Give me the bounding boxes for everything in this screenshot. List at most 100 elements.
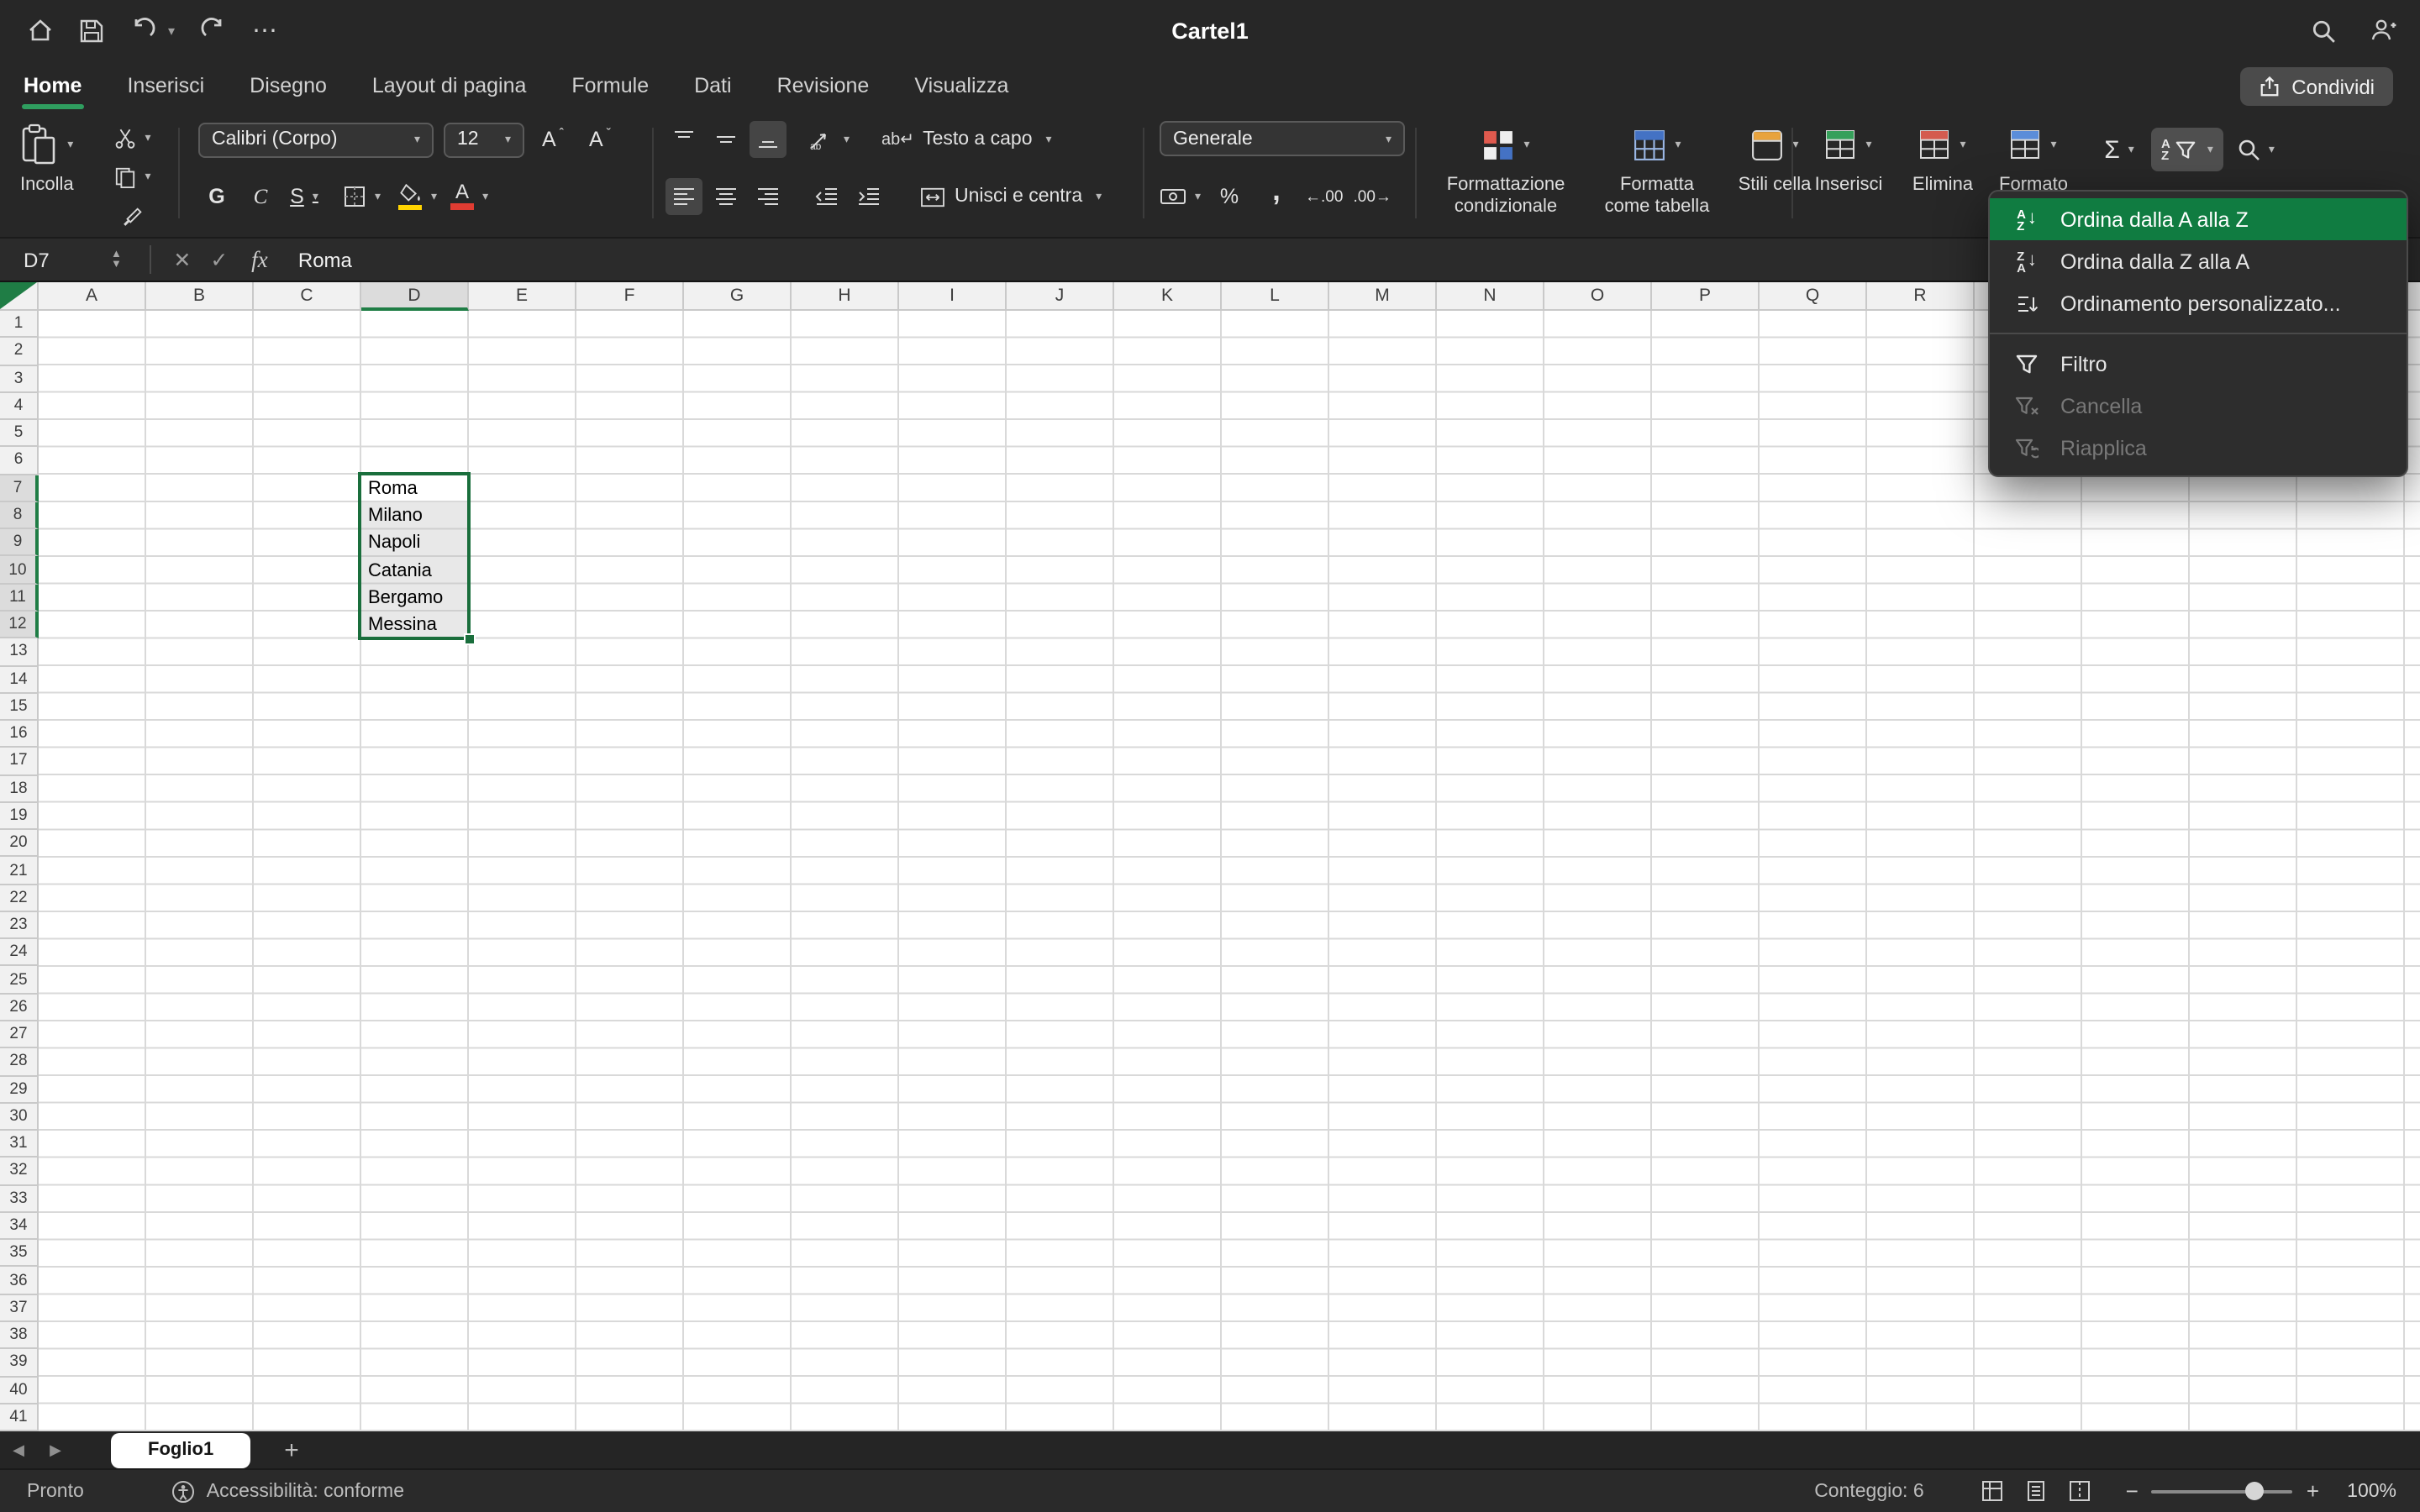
cell-area[interactable]: RomaMilanoNapoliCataniaBergamoMessina: [39, 311, 2420, 1431]
page-break-view-icon[interactable]: [2069, 1480, 2091, 1502]
row-header-24[interactable]: 24: [0, 939, 39, 967]
row-header-2[interactable]: 2: [0, 339, 39, 366]
redo-icon[interactable]: [200, 17, 227, 44]
insert-cells-button[interactable]: ▾ Inserisci: [1805, 119, 1892, 196]
column-header-M[interactable]: M: [1329, 282, 1437, 311]
increase-decimal-button[interactable]: ←.00: [1305, 178, 1343, 215]
name-box-stepper[interactable]: ▲▼: [111, 250, 122, 269]
column-header-Q[interactable]: Q: [1760, 282, 1867, 311]
tab-revisione[interactable]: Revisione: [777, 60, 870, 111]
name-box[interactable]: D7: [24, 248, 111, 271]
row-header-5[interactable]: 5: [0, 420, 39, 448]
align-right-icon[interactable]: [750, 178, 786, 215]
row-header-7[interactable]: 7: [0, 475, 39, 502]
undo-chevron-icon[interactable]: ▾: [168, 23, 175, 38]
sheet-nav-prev-icon[interactable]: ◀: [0, 1441, 37, 1459]
sort-filter-button[interactable]: AZ ▾: [2151, 128, 2223, 171]
decrease-indent-icon[interactable]: [808, 178, 845, 215]
merge-center-button[interactable]: Unisci e centra ▾: [919, 178, 1102, 215]
sheet-tab-foglio1[interactable]: Foglio1: [111, 1432, 250, 1467]
row-header-30[interactable]: 30: [0, 1104, 39, 1131]
search-icon[interactable]: [2311, 18, 2336, 43]
tab-visualizza[interactable]: Visualizza: [914, 60, 1008, 111]
row-header-14[interactable]: 14: [0, 666, 39, 694]
row-header-35[interactable]: 35: [0, 1240, 39, 1268]
row-header-12[interactable]: 12: [0, 612, 39, 639]
home-icon[interactable]: [27, 17, 54, 44]
percent-style-button[interactable]: %: [1211, 178, 1248, 215]
row-header-25[interactable]: 25: [0, 967, 39, 995]
align-center-icon[interactable]: [708, 178, 744, 215]
row-header-39[interactable]: 39: [0, 1350, 39, 1378]
column-header-P[interactable]: P: [1652, 282, 1760, 311]
font-size-select[interactable]: 12▾: [444, 122, 524, 157]
number-format-select[interactable]: Generale▾: [1160, 121, 1405, 156]
row-header-8[interactable]: 8: [0, 502, 39, 530]
row-header-28[interactable]: 28: [0, 1049, 39, 1077]
row-header-41[interactable]: 41: [0, 1404, 39, 1431]
row-header-31[interactable]: 31: [0, 1131, 39, 1158]
underline-button[interactable]: S▾: [286, 178, 323, 215]
row-header-27[interactable]: 27: [0, 1021, 39, 1049]
copy-button[interactable]: ▾: [114, 158, 151, 195]
row-header-4[interactable]: 4: [0, 393, 39, 421]
share-user-icon[interactable]: [2370, 17, 2396, 44]
row-header-22[interactable]: 22: [0, 885, 39, 912]
row-header-13[interactable]: 13: [0, 638, 39, 666]
format-as-table-button[interactable]: ▾ Formatta come tabella: [1593, 119, 1721, 217]
fill-handle[interactable]: [464, 633, 476, 645]
row-header-33[interactable]: 33: [0, 1185, 39, 1213]
increase-indent-icon[interactable]: [850, 178, 887, 215]
row-header-6[interactable]: 6: [0, 448, 39, 475]
menu-item-ordinamento-personalizzato[interactable]: Ordinamento personalizzato...: [1990, 282, 2407, 324]
row-header-36[interactable]: 36: [0, 1268, 39, 1295]
row-header-37[interactable]: 37: [0, 1294, 39, 1322]
column-header-H[interactable]: H: [792, 282, 899, 311]
column-header-E[interactable]: E: [469, 282, 576, 311]
column-header-J[interactable]: J: [1007, 282, 1114, 311]
font-color-button[interactable]: A ▾: [450, 178, 488, 215]
column-header-F[interactable]: F: [576, 282, 684, 311]
zoom-level[interactable]: 100%: [2333, 1481, 2396, 1501]
accessibility-status[interactable]: Accessibilità: conforme: [171, 1479, 404, 1503]
column-header-O[interactable]: O: [1544, 282, 1652, 311]
zoom-out-button[interactable]: −: [2126, 1478, 2139, 1504]
row-header-9[interactable]: 9: [0, 529, 39, 557]
borders-button[interactable]: ▾: [343, 178, 381, 215]
row-header-26[interactable]: 26: [0, 995, 39, 1022]
save-icon[interactable]: [79, 18, 104, 43]
autosum-button[interactable]: Σ ▾: [2101, 131, 2138, 168]
share-button[interactable]: Condividi: [2239, 67, 2393, 106]
row-header-10[interactable]: 10: [0, 557, 39, 585]
row-header-11[interactable]: 11: [0, 584, 39, 612]
accounting-format-button[interactable]: ▾: [1160, 178, 1201, 215]
text-orientation-button[interactable]: ab ▾: [808, 121, 850, 158]
row-header-15[interactable]: 15: [0, 694, 39, 722]
format-cells-button[interactable]: ▾ Formato: [1993, 119, 2074, 196]
bold-button[interactable]: G: [198, 178, 235, 215]
row-header-23[interactable]: 23: [0, 912, 39, 940]
tab-disegno[interactable]: Disegno: [250, 60, 327, 111]
conditional-formatting-button[interactable]: ▾ Formattazione condizionale: [1425, 119, 1586, 217]
column-header-A[interactable]: A: [39, 282, 146, 311]
row-header-34[interactable]: 34: [0, 1213, 39, 1241]
tab-formule[interactable]: Formule: [571, 60, 649, 111]
align-left-icon[interactable]: [666, 178, 702, 215]
formula-bar-content[interactable]: Roma: [298, 248, 352, 271]
menu-item-filtro[interactable]: Filtro: [1990, 343, 2407, 385]
decrease-decimal-button[interactable]: .00→: [1353, 178, 1391, 215]
column-header-N[interactable]: N: [1437, 282, 1544, 311]
tab-inserisci[interactable]: Inserisci: [127, 60, 204, 111]
row-header-29[interactable]: 29: [0, 1076, 39, 1104]
tab-dati[interactable]: Dati: [694, 60, 731, 111]
italic-button[interactable]: C: [242, 178, 279, 215]
column-header-C[interactable]: C: [254, 282, 361, 311]
column-header-B[interactable]: B: [146, 282, 254, 311]
column-header-D[interactable]: D: [361, 282, 469, 311]
menu-item-ordina-dalla-a-alla-z[interactable]: AZ↓Ordina dalla A alla Z: [1990, 198, 2407, 240]
delete-cells-button[interactable]: ▾ Elimina: [1902, 119, 1983, 196]
zoom-slider-knob[interactable]: [2246, 1482, 2265, 1500]
tab-home[interactable]: Home: [24, 60, 82, 111]
confirm-entry-icon[interactable]: ✓: [201, 247, 238, 272]
row-header-1[interactable]: 1: [0, 311, 39, 339]
